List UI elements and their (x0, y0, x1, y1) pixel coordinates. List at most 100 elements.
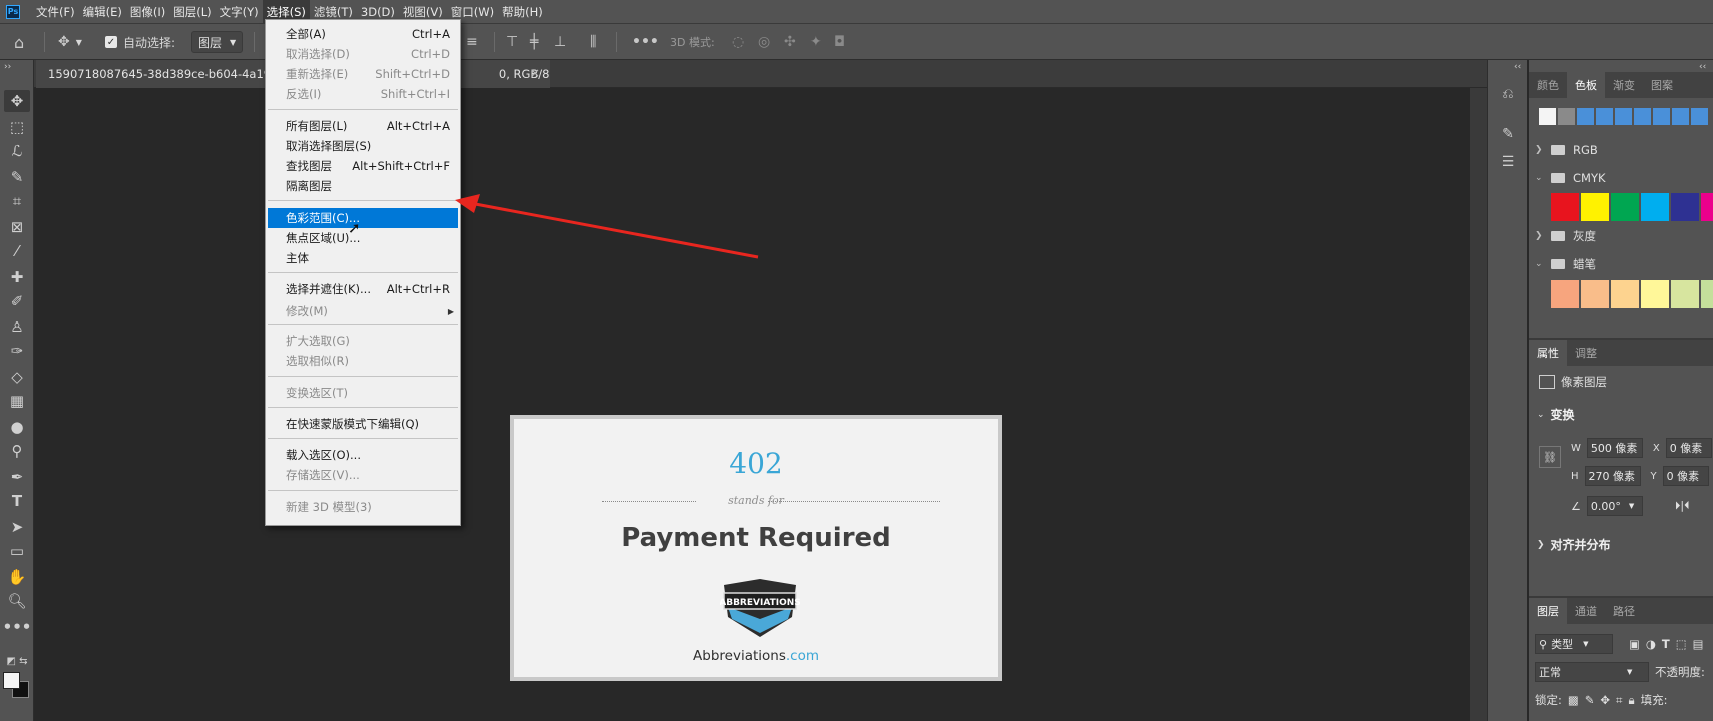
menu-layer[interactable]: 图层(L) (169, 0, 215, 24)
color-swatch[interactable] (1671, 193, 1699, 221)
swatch-group-cmyk[interactable]: ⌄ CMYK (1535, 166, 1606, 190)
gradient-tool-icon[interactable]: ▦ (4, 390, 30, 412)
move-tool-icon[interactable]: ✥ (4, 90, 30, 112)
width-field[interactable]: 500 像素 (1586, 438, 1643, 458)
menu-item-subject[interactable]: 主体 (268, 248, 458, 268)
menu-item-select-and-mask[interactable]: 选择并遮住(K)... Alt+Ctrl+R (268, 279, 458, 299)
type-tool-icon[interactable]: T (4, 490, 30, 512)
menu-item-transform-selection[interactable]: 变换选区(T) (268, 383, 458, 403)
distribute-icon[interactable]: ⫼ (590, 24, 596, 60)
hand-tool-icon[interactable]: ✋ (4, 566, 30, 588)
color-swatch[interactable] (1653, 108, 1670, 125)
lock-artboard-icon[interactable]: ⌗ (1616, 693, 1622, 708)
menu-item-focus-area[interactable]: 焦点区域(U)... (268, 228, 458, 248)
eyedropper-tool-icon[interactable]: ⁄ (4, 240, 30, 262)
default-colors-icon[interactable]: ◩ ⇆ (4, 650, 30, 672)
tab-channels[interactable]: 通道 (1567, 598, 1605, 624)
menu-item-inverse[interactable]: 反选(I) Shift+Ctrl+I (268, 84, 458, 104)
lock-all-icon[interactable]: 🔒︎ (1629, 693, 1635, 708)
color-swatch[interactable] (1611, 193, 1639, 221)
close-tab-icon[interactable]: × (530, 66, 540, 80)
menu-item-deselect[interactable]: 取消选择(D) Ctrl+D (268, 44, 458, 64)
menu-item-similar[interactable]: 选取相似(R) (268, 351, 458, 371)
menu-item-select-all[interactable]: 全部(A) Ctrl+A (268, 24, 458, 44)
drag-3d-icon[interactable]: ✣ (784, 24, 796, 60)
brush-tool-icon[interactable]: ✐ (4, 290, 30, 312)
scale-3d-icon[interactable]: ◘ (834, 24, 845, 60)
dodge-tool-icon[interactable]: ⚲ (4, 440, 30, 462)
crop-tool-icon[interactable]: ⌗ (4, 190, 30, 212)
blend-mode-dropdown[interactable]: 正常 ▼ (1535, 662, 1649, 682)
slide-3d-icon[interactable]: ✦ (810, 24, 822, 60)
color-swatch[interactable] (1671, 280, 1699, 308)
align-section-header[interactable]: ❯ 对齐并分布 (1537, 536, 1611, 553)
tab-properties[interactable]: 属性 (1529, 340, 1567, 366)
adjustment-filter-icon[interactable]: ◑ (1646, 637, 1656, 651)
y-field[interactable]: 0 像素 (1662, 466, 1709, 486)
menu-item-modify[interactable]: 修改(M) ▶ (268, 301, 458, 321)
zoom-tool-icon[interactable]: 🔍︎ (4, 590, 30, 612)
color-swatch[interactable] (1539, 108, 1556, 125)
height-field[interactable]: 270 像素 (1584, 466, 1641, 486)
more-options-icon[interactable]: ••• (632, 24, 659, 60)
align-vcenter-icon[interactable]: ╪ (530, 24, 538, 60)
menu-item-new-3d-model[interactable]: 新建 3D 模型(3) (268, 497, 458, 517)
orbit-3d-icon[interactable]: ◌ (732, 24, 744, 60)
roll-3d-icon[interactable]: ◎ (758, 24, 770, 60)
marquee-tool-icon[interactable]: ⬚ (4, 116, 30, 138)
path-select-tool-icon[interactable]: ➤ (4, 516, 30, 538)
quick-select-tool-icon[interactable]: ✎ (4, 166, 30, 188)
menu-image[interactable]: 图像(I) (126, 0, 169, 24)
rectangle-tool-icon[interactable]: ▭ (4, 540, 30, 562)
menu-edit[interactable]: 编辑(E) (79, 0, 126, 24)
tab-gradients[interactable]: 渐变 (1605, 72, 1643, 98)
flip-horizontal-icon[interactable]: ⏵|⏴ (1675, 499, 1690, 513)
menu-item-save-selection[interactable]: 存储选区(V)... (268, 465, 458, 485)
layer-filter-dropdown[interactable]: ⚲ 类型 ▼ (1535, 634, 1613, 654)
color-swatch[interactable] (1611, 280, 1639, 308)
color-swatch[interactable] (1551, 280, 1579, 308)
x-field[interactable]: 0 像素 (1665, 438, 1712, 458)
collapse-icon[interactable]: ›› (4, 62, 11, 72)
color-swatch[interactable] (1558, 108, 1575, 125)
color-swatch[interactable] (1615, 108, 1632, 125)
more-tools-icon[interactable]: ••• (3, 616, 32, 638)
tab-patterns[interactable]: 图案 (1643, 72, 1681, 98)
vertical-scrollbar[interactable] (1470, 88, 1487, 721)
menu-item-deselect-layers[interactable]: 取消选择图层(S) (268, 136, 458, 156)
eraser-tool-icon[interactable]: ◇ (4, 366, 30, 388)
menu-item-reselect[interactable]: 重新选择(E) Shift+Ctrl+D (268, 64, 458, 84)
color-swatch[interactable] (1691, 108, 1708, 125)
menu-item-isolate-layers[interactable]: 隔离图层 (268, 176, 458, 196)
color-swatch[interactable] (1596, 108, 1613, 125)
swatch-group-rgb[interactable]: ❯ RGB (1535, 138, 1598, 162)
adjustment-sliders-icon[interactable]: ☰ (1498, 152, 1518, 172)
tab-paths[interactable]: 路径 (1605, 598, 1643, 624)
type-filter-icon[interactable]: T (1662, 637, 1670, 651)
home-icon[interactable]: ⌂ (14, 24, 24, 60)
lasso-tool-icon[interactable]: ℒ (4, 140, 30, 162)
menu-item-color-range[interactable]: 色彩范围(C)... (268, 208, 458, 228)
swatch-group-grayscale[interactable]: ❯ 灰度 (1535, 224, 1596, 248)
smart-object-filter-icon[interactable]: ▤ (1693, 637, 1704, 651)
align-left-icon[interactable]: ≡ (466, 24, 478, 60)
color-swatch[interactable] (1701, 193, 1713, 221)
menu-item-quick-mask[interactable]: 在快速蒙版模式下编辑(Q) (268, 414, 458, 434)
menu-type[interactable]: 文字(Y) (216, 0, 263, 24)
color-swatch[interactable] (1641, 280, 1669, 308)
lock-transparent-icon[interactable]: ▩ (1568, 693, 1579, 707)
color-swatch[interactable] (1672, 108, 1689, 125)
pixel-filter-icon[interactable]: ▣ (1629, 637, 1640, 651)
color-swatch[interactable] (1581, 193, 1609, 221)
history-brush-tool-icon[interactable]: ✑ (4, 340, 30, 362)
menu-file[interactable]: 文件(F) (32, 0, 79, 24)
link-dimensions-icon[interactable]: ⛓ (1539, 446, 1561, 468)
blur-tool-icon[interactable]: ● (4, 416, 30, 438)
transform-section-header[interactable]: ⌄ 变换 (1537, 406, 1575, 423)
menu-item-grow[interactable]: 扩大选取(G) (268, 331, 458, 351)
swatch-group-pastel[interactable]: ⌄ 蜡笔 (1535, 252, 1596, 276)
menu-help[interactable]: 帮助(H) (498, 0, 547, 24)
document-image[interactable]: 402 stands for Payment Required ABBREVIA… (510, 415, 1002, 681)
align-top-icon[interactable]: ⊤ (506, 24, 518, 60)
frame-tool-icon[interactable]: ⊠ (4, 216, 30, 238)
